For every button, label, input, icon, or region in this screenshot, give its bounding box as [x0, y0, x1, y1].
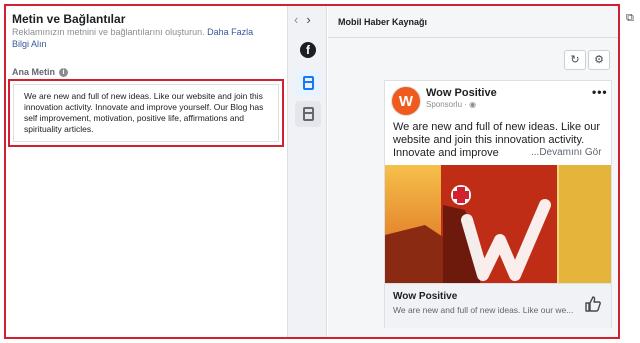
chevron-right-icon[interactable]: › — [306, 12, 310, 27]
globe-icon: ◉ — [469, 100, 477, 109]
mobile-feed-icon — [302, 76, 314, 90]
mobile-story-placement-button[interactable] — [295, 101, 321, 127]
chevron-left-icon[interactable]: ‹ — [294, 12, 298, 27]
primary-text-label: Ana Metin i — [12, 67, 69, 77]
divider — [328, 37, 618, 38]
facebook-icon[interactable]: f — [300, 42, 316, 58]
ad-image[interactable] — [385, 165, 611, 283]
link-description: We are new and full of new ideas. Like o… — [393, 305, 573, 315]
external-preview-icon[interactable]: ⧉ — [626, 12, 634, 25]
more-options-icon[interactable]: ••• — [592, 85, 608, 99]
bug-icon[interactable]: ⚙ — [588, 50, 610, 70]
ad-post-card: W Wow Positive Sponsorlu · ◉ ••• We are … — [384, 80, 612, 328]
link-title: Wow Positive — [393, 291, 458, 302]
placement-sidebar: ‹ › f — [287, 6, 327, 337]
preview-nav: ‹ › — [294, 12, 311, 27]
sponsored-text: Sponsorlu · — [426, 100, 470, 109]
avatar[interactable]: W — [391, 86, 421, 116]
preview-title: Mobil Haber Kaynağı — [338, 17, 428, 27]
sponsored-label: Sponsorlu · ◉ — [426, 100, 476, 109]
description-text: Reklamınızın metnini ve bağlantılarını o… — [12, 27, 205, 37]
mobile-feed-placement-button[interactable] — [295, 70, 321, 96]
see-more-link[interactable]: ...Devamını Gör — [531, 147, 602, 158]
thumbs-up-icon[interactable] — [584, 295, 602, 313]
ad-image-graphic — [385, 165, 611, 283]
ad-preview-panel: Mobil Haber Kaynağı ↻ ⚙ W Wow Positive S… — [328, 6, 618, 337]
mobile-story-icon — [302, 107, 314, 121]
link-preview[interactable]: Wow Positive We are new and full of new … — [385, 283, 611, 328]
primary-text-field[interactable]: We are new and full of new ideas. Like o… — [13, 84, 279, 142]
refresh-icon[interactable]: ↻ — [564, 50, 586, 70]
primary-text-label-text: Ana Metin — [12, 67, 56, 77]
page-name[interactable]: Wow Positive — [426, 87, 497, 99]
text-and-links-panel: Metin ve Bağlantılar Reklamınızın metnin… — [6, 6, 287, 337]
preview-tools: ↻ ⚙ — [564, 50, 610, 70]
thumbs-up-graphic — [585, 296, 601, 312]
section-description: Reklamınızın metnini ve bağlantılarını o… — [12, 26, 272, 50]
info-icon[interactable]: i — [59, 67, 69, 77]
section-title: Metin ve Bağlantılar — [12, 12, 126, 26]
primary-text-highlight: We are new and full of new ideas. Like o… — [8, 79, 284, 147]
